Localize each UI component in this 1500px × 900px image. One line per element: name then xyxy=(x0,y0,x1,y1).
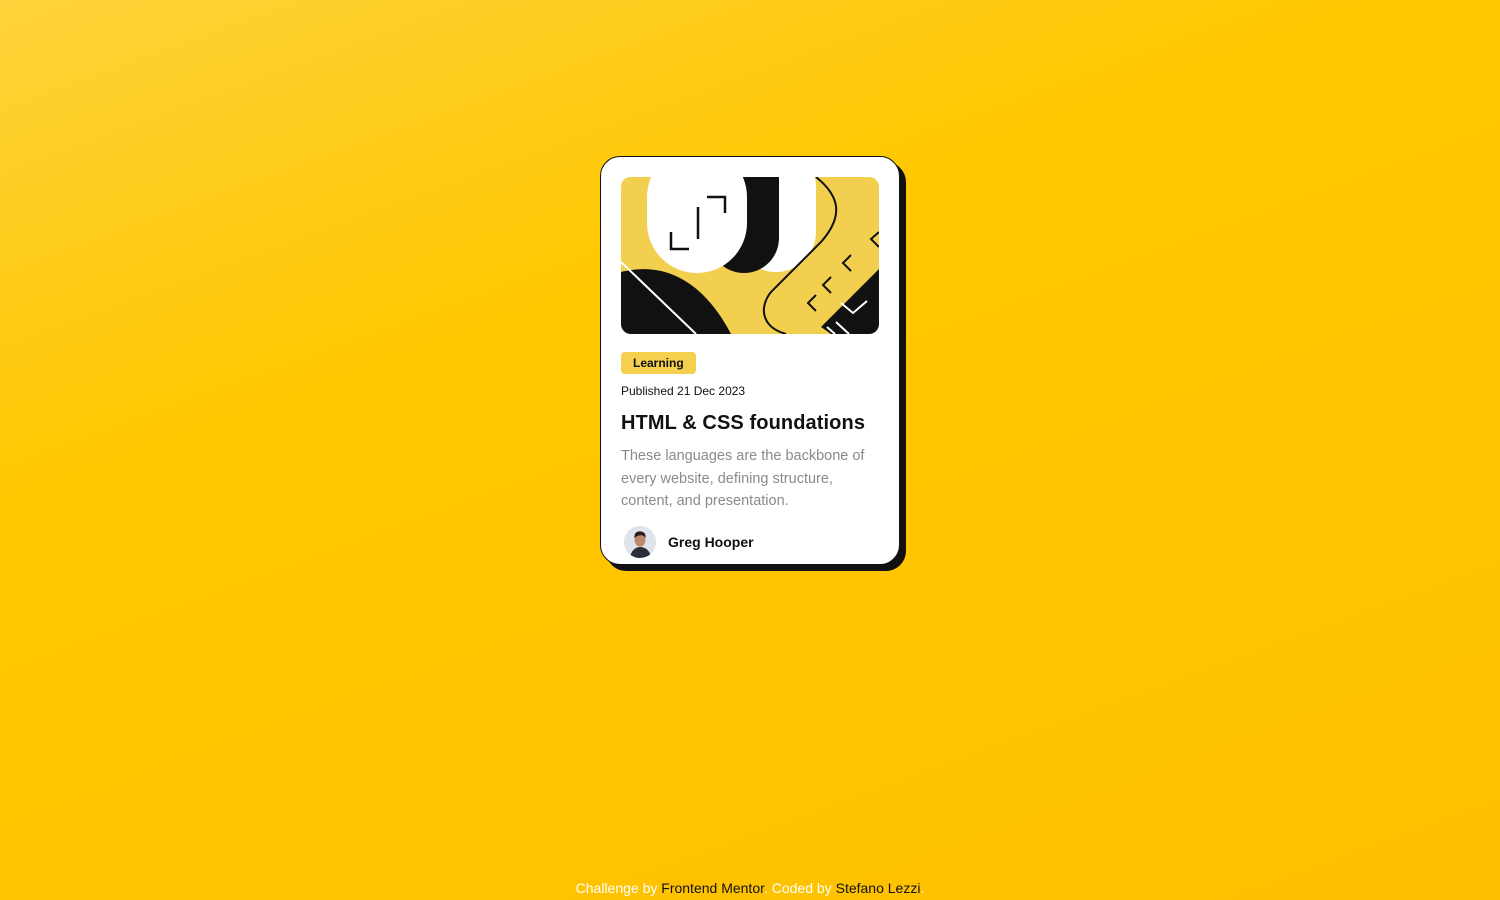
hero-illustration xyxy=(621,177,879,334)
author-link[interactable]: Stefano Lezzi xyxy=(836,880,921,896)
attribution: Challenge by Frontend Mentor. Coded by S… xyxy=(0,880,1500,896)
avatar xyxy=(624,525,656,558)
blog-preview-card: Learning Published 21 Dec 2023 HTML & CS… xyxy=(600,156,900,565)
category-tag: Learning xyxy=(621,352,696,374)
attribution-mid: . Coded by xyxy=(764,880,836,896)
card-description: These languages are the backbone of ever… xyxy=(621,448,865,509)
attribution-suffix: . xyxy=(920,880,925,896)
attribution-prefix: Challenge by xyxy=(575,880,662,896)
frontend-mentor-link[interactable]: Frontend Mentor xyxy=(661,880,764,896)
author-name: Greg Hooper xyxy=(668,533,754,550)
card-title[interactable]: HTML & CSS foundations xyxy=(621,411,879,435)
author-row: Greg Hooper xyxy=(621,525,879,558)
published-date: Published 21 Dec 2023 xyxy=(621,384,746,398)
